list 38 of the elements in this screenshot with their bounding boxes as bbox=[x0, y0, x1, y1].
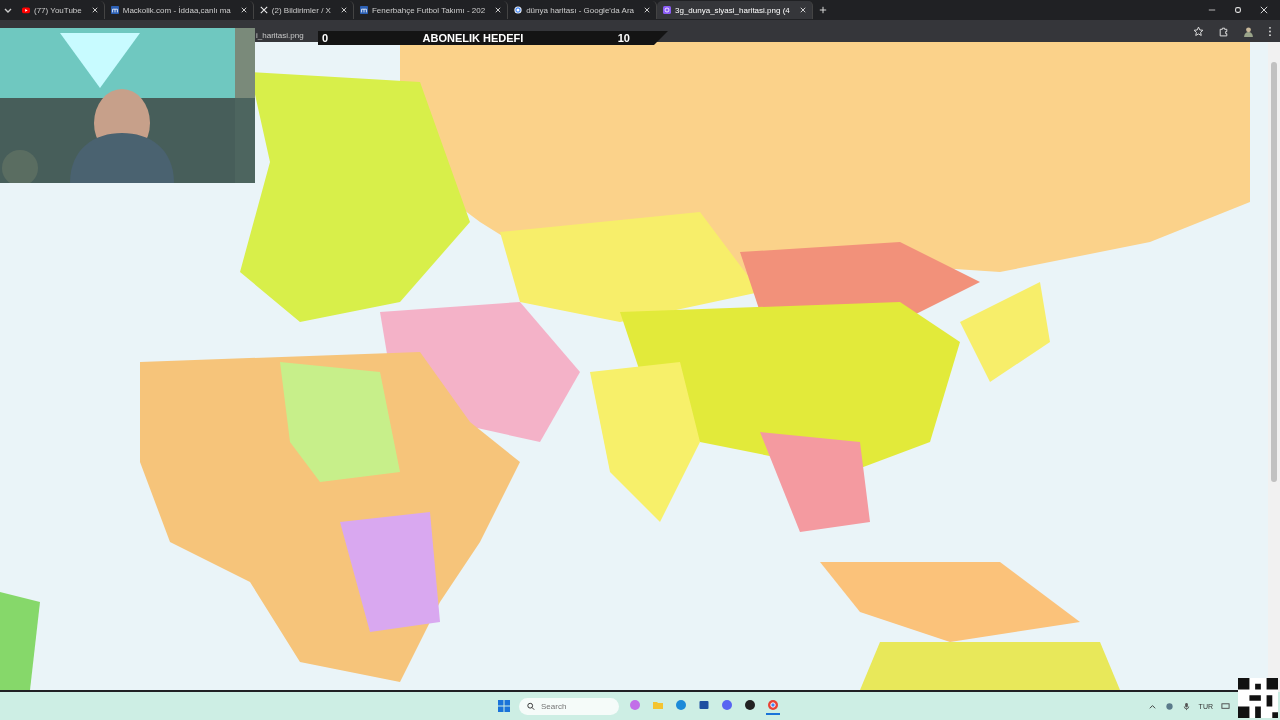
browser-tab[interactable]: Mackolik.com - İddaa,canlı ma bbox=[104, 1, 254, 19]
windows-icon[interactable] bbox=[498, 700, 510, 712]
goal-current: 0 bbox=[322, 32, 329, 44]
search-icon bbox=[527, 701, 535, 711]
scrollbar[interactable] bbox=[1268, 42, 1280, 692]
cross-icon bbox=[259, 6, 268, 14]
close-icon[interactable] bbox=[799, 7, 806, 13]
search-input[interactable]: Search bbox=[541, 701, 611, 711]
monitor-icon[interactable] bbox=[1221, 701, 1230, 711]
browser-tab[interactable]: (2) Bildirimler / X bbox=[253, 1, 354, 19]
microphone-icon[interactable] bbox=[1181, 701, 1191, 711]
play-icon bbox=[22, 6, 30, 14]
goal-title: ABONELIK HEDEFI bbox=[422, 32, 524, 44]
page-title: i_haritasi.png bbox=[256, 31, 304, 42]
close-icon[interactable] bbox=[340, 7, 347, 13]
square-icon bbox=[110, 6, 119, 14]
star-icon[interactable] bbox=[1193, 26, 1204, 37]
close-icon[interactable] bbox=[240, 7, 247, 13]
puzzle-icon[interactable] bbox=[1218, 26, 1229, 37]
close-icon[interactable] bbox=[495, 7, 502, 13]
goal-target: 10 bbox=[617, 32, 630, 44]
browser-tab[interactable]: (77) YouTube bbox=[16, 1, 105, 19]
close-icon[interactable] bbox=[91, 7, 98, 13]
square-icon bbox=[359, 6, 368, 14]
browser-tab[interactable]: Fenerbahçe Futbol Takımı - 202 bbox=[353, 1, 509, 19]
minimize-icon[interactable] bbox=[1208, 6, 1216, 14]
browser-tab[interactable]: 3g_dunya_siyasi_haritasi.png (4 bbox=[657, 1, 813, 19]
ring-icon bbox=[514, 6, 523, 14]
menu-icon[interactable] bbox=[1268, 26, 1272, 37]
close-icon[interactable] bbox=[1260, 6, 1268, 14]
new-tab-icon[interactable] bbox=[818, 6, 827, 14]
restore-icon[interactable] bbox=[1234, 6, 1242, 14]
image-icon bbox=[663, 6, 671, 14]
close-icon[interactable] bbox=[644, 7, 650, 13]
cloud-icon[interactable] bbox=[1164, 701, 1174, 711]
avatar-icon[interactable] bbox=[1243, 26, 1254, 37]
search-field[interactable]: Search bbox=[519, 697, 619, 715]
qr-code-icon bbox=[1238, 678, 1278, 718]
